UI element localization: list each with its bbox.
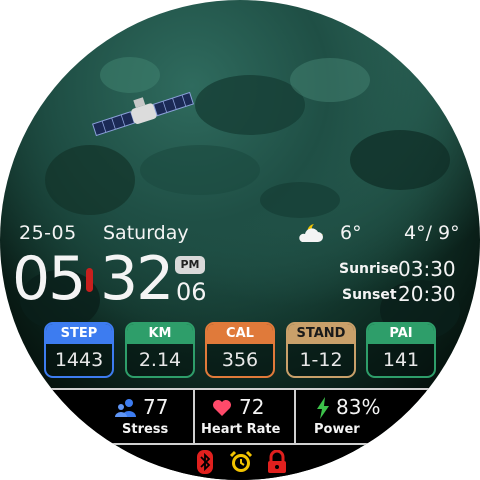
watch-face: 25-05 Saturday 05 32 PM 06 6° 4°/ 9° Sun… (0, 0, 480, 480)
lightning-icon (317, 397, 329, 419)
heart-rate-value: 72 (239, 395, 265, 419)
stat-km-label: KM (127, 324, 193, 344)
stat-stand[interactable]: STAND 1-12 (286, 322, 356, 378)
heart-rate-label: Heart Rate (201, 422, 281, 437)
sunrise-label: Sunrise (339, 261, 399, 277)
people-icon (115, 399, 136, 417)
sunset-label: Sunset (342, 287, 397, 303)
partly-cloudy-night-icon (299, 224, 323, 242)
hours-text: 05 (12, 244, 86, 314)
stat-stand-label: STAND (288, 324, 354, 344)
weekday-text: Saturday (103, 222, 189, 244)
stat-pai[interactable]: PAI 141 (366, 322, 436, 378)
heart-icon (213, 400, 231, 416)
power-value: 83% (336, 395, 381, 419)
satellite-image (92, 91, 194, 137)
time-separator (86, 268, 93, 292)
stress-label: Stress (122, 422, 169, 437)
power-label: Power (314, 422, 360, 437)
date-text: 25-05 (19, 222, 77, 244)
divider-top (36, 388, 444, 390)
stat-step-label: STEP (46, 324, 112, 344)
divider-vertical (193, 390, 195, 443)
lock-icon[interactable] (266, 450, 288, 474)
stat-cal-label: CAL (207, 324, 273, 344)
stat-pai-value: 141 (382, 349, 420, 371)
stat-pai-label: PAI (368, 324, 434, 344)
stat-stand-value: 1-12 (299, 349, 343, 371)
stat-km-value: 2.14 (138, 349, 182, 371)
stat-km[interactable]: KM 2.14 (125, 322, 195, 378)
stat-step[interactable]: STEP 1443 (44, 322, 114, 378)
sunrise-time: 03:30 (398, 257, 456, 281)
temp-range-text: 4°/ 9° (404, 222, 460, 244)
ampm-badge: PM (175, 256, 205, 274)
stat-cal-value: 356 (221, 349, 259, 371)
sunset-time: 20:30 (398, 282, 456, 306)
stress-value: 77 (143, 395, 169, 419)
alarm-icon[interactable] (229, 450, 253, 474)
stat-cal[interactable]: CAL 356 (205, 322, 275, 378)
stat-step-value: 1443 (54, 349, 104, 371)
temperature-text: 6° (340, 222, 362, 244)
bluetooth-icon[interactable] (197, 450, 213, 474)
minutes-text: 32 (100, 244, 174, 314)
divider-vertical (294, 390, 296, 443)
seconds-text: 06 (176, 278, 207, 306)
